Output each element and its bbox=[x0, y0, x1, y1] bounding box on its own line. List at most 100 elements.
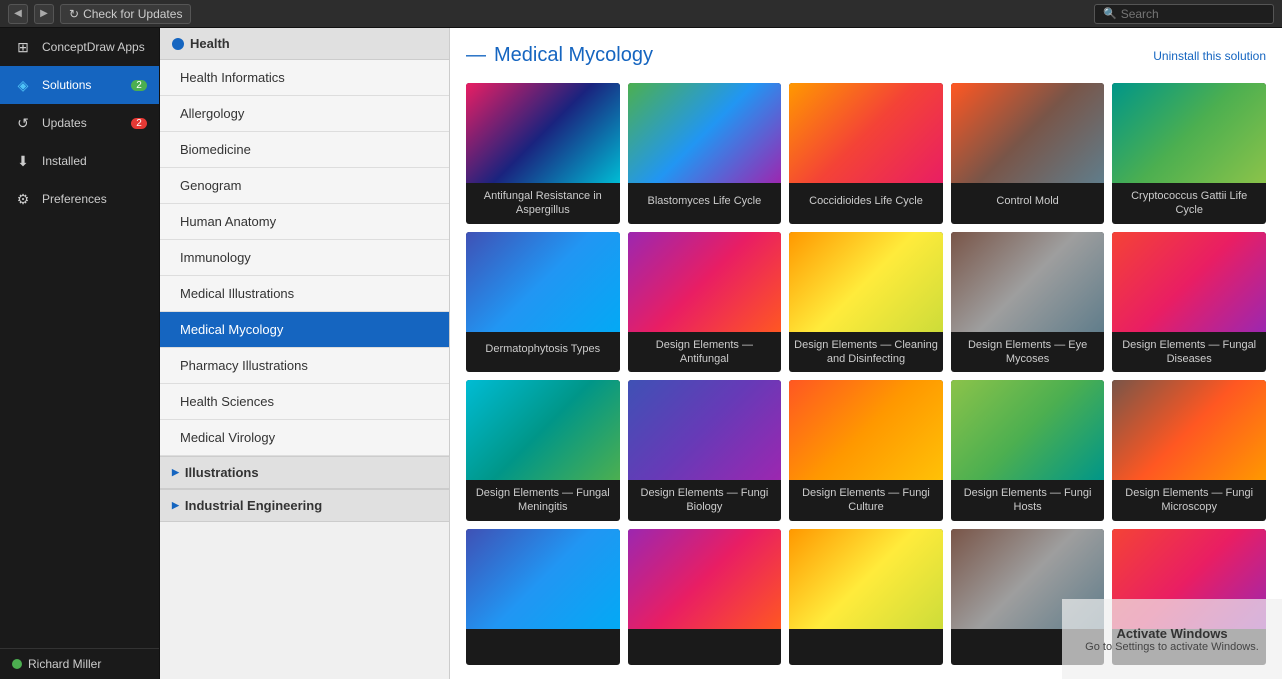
card-label-c7: Design Elements — Antifungal bbox=[628, 332, 782, 373]
health-section-dot bbox=[172, 38, 184, 50]
nav-item-health-informatics[interactable]: Health Informatics bbox=[160, 60, 449, 96]
card-placeholder-c4 bbox=[951, 83, 1105, 183]
card-image-c16 bbox=[466, 529, 620, 629]
nav-item-biomedicine[interactable]: Biomedicine bbox=[160, 132, 449, 168]
sidebar-item-solutions[interactable]: ◈ Solutions 2 bbox=[0, 66, 159, 104]
card-image-c19 bbox=[951, 529, 1105, 629]
nav-item-medical-illustrations[interactable]: Medical Illustrations bbox=[160, 276, 449, 312]
card-label-c12: Design Elements — Fungi Biology bbox=[628, 480, 782, 521]
nav-item-medical-virology-label: Medical Virology bbox=[180, 430, 275, 445]
card-c9[interactable]: Design Elements — Eye Mycoses bbox=[951, 232, 1105, 373]
forward-icon: ▶ bbox=[40, 8, 48, 19]
card-image-c11 bbox=[466, 380, 620, 480]
back-button[interactable]: ◀ bbox=[8, 4, 28, 24]
search-box[interactable]: 🔍 bbox=[1094, 4, 1274, 24]
nav-item-health-sciences[interactable]: Health Sciences bbox=[160, 384, 449, 420]
nav-item-health-sciences-label: Health Sciences bbox=[180, 394, 274, 409]
card-label-c2: Blastomyces Life Cycle bbox=[628, 183, 782, 219]
card-label-c18 bbox=[789, 629, 943, 665]
card-image-c3 bbox=[789, 83, 943, 183]
industrial-section-header[interactable]: ▶ Industrial Engineering bbox=[160, 489, 449, 522]
card-image-c2 bbox=[628, 83, 782, 183]
card-placeholder-c16 bbox=[466, 529, 620, 629]
card-image-c8 bbox=[789, 232, 943, 332]
industrial-section-label: Industrial Engineering bbox=[185, 498, 322, 513]
image-grid: Antifungal Resistance in Aspergillus Bla… bbox=[466, 83, 1266, 665]
updates-icon: ↺ bbox=[12, 112, 34, 134]
card-placeholder-c5 bbox=[1112, 83, 1266, 183]
card-placeholder-c12 bbox=[628, 380, 782, 480]
card-image-c15 bbox=[1112, 380, 1266, 480]
card-c12[interactable]: Design Elements — Fungi Biology bbox=[628, 380, 782, 521]
card-c1[interactable]: Antifungal Resistance in Aspergillus bbox=[466, 83, 620, 224]
forward-button[interactable]: ▶ bbox=[34, 4, 54, 24]
card-image-c17 bbox=[628, 529, 782, 629]
nav-item-genogram-label: Genogram bbox=[180, 178, 241, 193]
sidebar-item-apps[interactable]: ⊞ ConceptDraw Apps bbox=[0, 28, 159, 66]
nav-item-genogram[interactable]: Genogram bbox=[160, 168, 449, 204]
card-c18[interactable] bbox=[789, 529, 943, 665]
main-layout: ⊞ ConceptDraw Apps ◈ Solutions 2 ↺ Updat… bbox=[0, 28, 1282, 679]
card-c7[interactable]: Design Elements — Antifungal bbox=[628, 232, 782, 373]
sidebar-preferences-label: Preferences bbox=[42, 192, 107, 206]
card-c20[interactable] bbox=[1112, 529, 1266, 665]
card-c6[interactable]: Dermatophytosis Types bbox=[466, 232, 620, 373]
nav-item-medical-virology[interactable]: Medical Virology bbox=[160, 420, 449, 456]
uninstall-link[interactable]: Uninstall this solution bbox=[1153, 49, 1266, 63]
card-c19[interactable] bbox=[951, 529, 1105, 665]
nav-item-immunology[interactable]: Immunology bbox=[160, 240, 449, 276]
card-label-c16 bbox=[466, 629, 620, 665]
nav-item-medical-mycology[interactable]: Medical Mycology bbox=[160, 312, 449, 348]
card-label-c15: Design Elements — Fungi Microscopy bbox=[1112, 480, 1266, 521]
updates-badge: 2 bbox=[131, 118, 147, 129]
sidebar-item-preferences[interactable]: ⚙ Preferences bbox=[0, 180, 159, 218]
card-c10[interactable]: Design Elements — Fungal Diseases bbox=[1112, 232, 1266, 373]
card-c17[interactable] bbox=[628, 529, 782, 665]
health-section-header[interactable]: Health bbox=[160, 28, 449, 60]
card-c2[interactable]: Blastomyces Life Cycle bbox=[628, 83, 782, 224]
card-image-c12 bbox=[628, 380, 782, 480]
card-label-c8: Design Elements — Cleaning and Disinfect… bbox=[789, 332, 943, 373]
sidebar-footer: Richard Miller bbox=[0, 648, 159, 679]
card-c4[interactable]: Control Mold bbox=[951, 83, 1105, 224]
industrial-triangle: ▶ bbox=[172, 500, 179, 511]
sidebar-installed-label: Installed bbox=[42, 154, 87, 168]
card-c3[interactable]: Coccidioides Life Cycle bbox=[789, 83, 943, 224]
section-title: Medical Mycology bbox=[466, 44, 653, 67]
card-c13[interactable]: Design Elements — Fungi Culture bbox=[789, 380, 943, 521]
sidebar-spacer bbox=[0, 218, 159, 648]
card-placeholder-c20 bbox=[1112, 529, 1266, 629]
nav-item-pharmacy-illustrations[interactable]: Pharmacy Illustrations bbox=[160, 348, 449, 384]
card-c5[interactable]: Cryptococcus Gattii Life Cycle bbox=[1112, 83, 1266, 224]
card-placeholder-c9 bbox=[951, 232, 1105, 332]
card-label-c3: Coccidioides Life Cycle bbox=[789, 183, 943, 219]
sidebar-item-installed[interactable]: ⬇ Installed bbox=[0, 142, 159, 180]
card-placeholder-c3 bbox=[789, 83, 943, 183]
section-title-text: Medical Mycology bbox=[494, 44, 653, 67]
nav-item-allergology[interactable]: Allergology bbox=[160, 96, 449, 132]
check-updates-button[interactable]: ↻ Check for Updates bbox=[60, 4, 191, 24]
card-c15[interactable]: Design Elements — Fungi Microscopy bbox=[1112, 380, 1266, 521]
card-c8[interactable]: Design Elements — Cleaning and Disinfect… bbox=[789, 232, 943, 373]
refresh-icon: ↻ bbox=[69, 7, 79, 21]
card-label-c13: Design Elements — Fungi Culture bbox=[789, 480, 943, 521]
sidebar-item-updates[interactable]: ↺ Updates 2 bbox=[0, 104, 159, 142]
illustrations-section-label: Illustrations bbox=[185, 465, 259, 480]
topbar: ◀ ▶ ↻ Check for Updates 🔍 bbox=[0, 0, 1282, 28]
card-label-c11: Design Elements — Fungal Meningitis bbox=[466, 480, 620, 521]
nav-item-medical-illustrations-label: Medical Illustrations bbox=[180, 286, 294, 301]
card-placeholder-c7 bbox=[628, 232, 782, 332]
card-placeholder-c19 bbox=[951, 529, 1105, 629]
card-c16[interactable] bbox=[466, 529, 620, 665]
card-c14[interactable]: Design Elements — Fungi Hosts bbox=[951, 380, 1105, 521]
sidebar-updates-label: Updates bbox=[42, 116, 87, 130]
card-image-c4 bbox=[951, 83, 1105, 183]
search-input[interactable] bbox=[1121, 7, 1261, 21]
card-label-c20 bbox=[1112, 629, 1266, 665]
back-icon: ◀ bbox=[14, 8, 22, 19]
nav-item-human-anatomy[interactable]: Human Anatomy bbox=[160, 204, 449, 240]
card-image-c13 bbox=[789, 380, 943, 480]
card-c11[interactable]: Design Elements — Fungal Meningitis bbox=[466, 380, 620, 521]
sidebar: ⊞ ConceptDraw Apps ◈ Solutions 2 ↺ Updat… bbox=[0, 28, 160, 679]
illustrations-section-header[interactable]: ▶ Illustrations bbox=[160, 456, 449, 489]
